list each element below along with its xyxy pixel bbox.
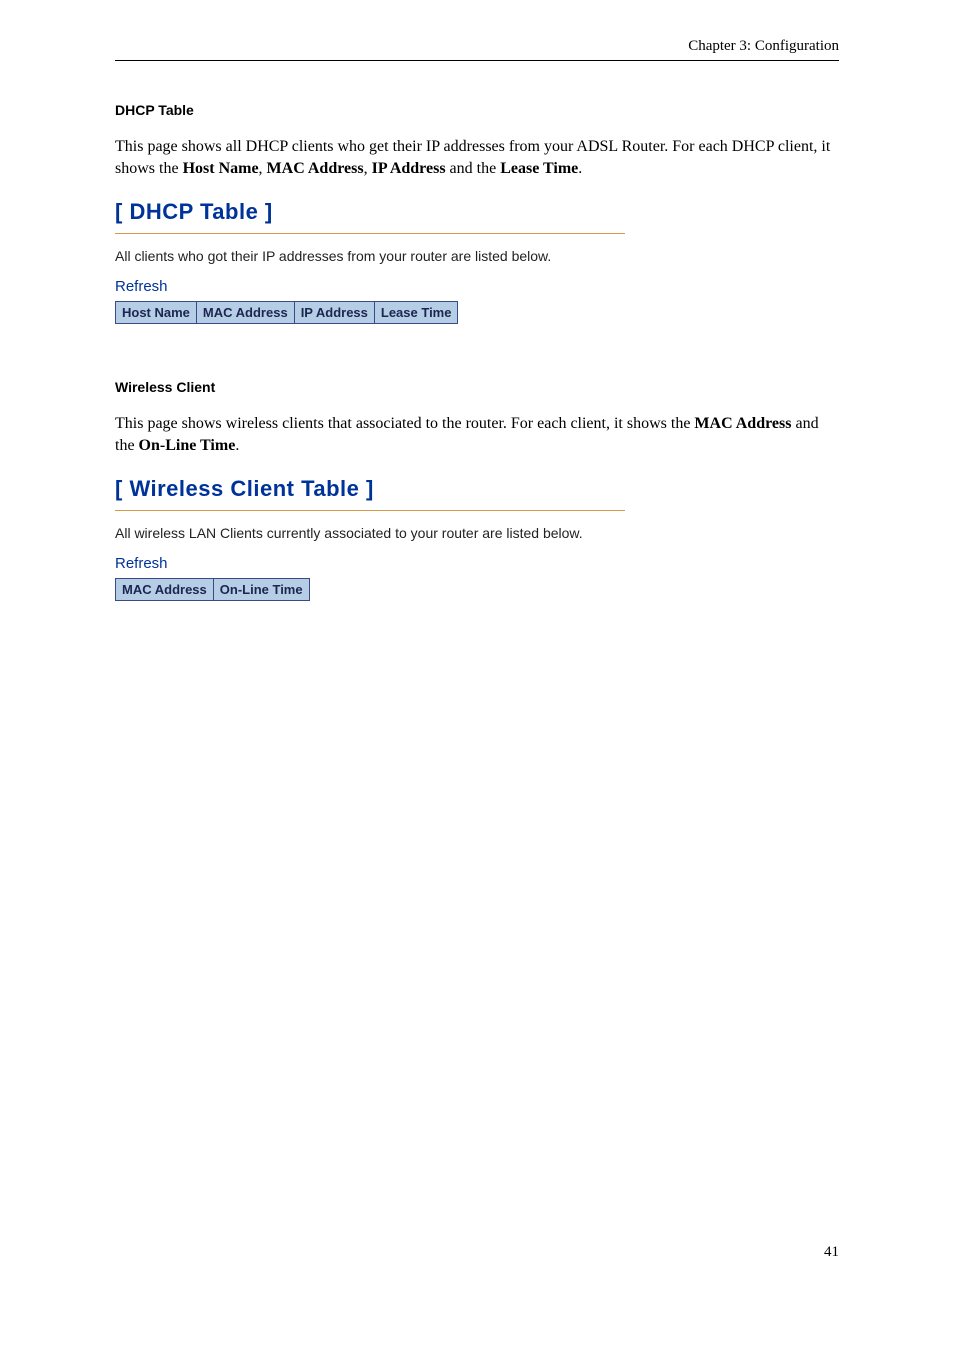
page-number: 41 xyxy=(824,1244,839,1261)
text: , xyxy=(364,160,372,177)
bold-mac-address: MAC Address xyxy=(694,415,791,432)
col-host-name: Host Name xyxy=(116,302,197,324)
table-header-row: Host Name MAC Address IP Address Lease T… xyxy=(116,302,458,324)
col-mac-address: MAC Address xyxy=(196,302,294,324)
table-header-row: MAC Address On-Line Time xyxy=(116,579,310,601)
spacer xyxy=(115,324,839,379)
text: . xyxy=(578,160,582,177)
router-title-wireless: [ Wireless Client Table ] xyxy=(115,476,839,502)
refresh-link[interactable]: Refresh xyxy=(115,555,168,572)
divider-orange xyxy=(115,510,625,511)
text: This page shows wireless clients that as… xyxy=(115,415,694,432)
dhcp-table-heading: DHCP Table xyxy=(115,102,839,118)
wireless-table: MAC Address On-Line Time xyxy=(115,578,310,601)
router-desc-wireless: All wireless LAN Clients currently assoc… xyxy=(115,525,839,541)
bold-mac-address: MAC Address xyxy=(267,160,364,177)
col-online-time: On-Line Time xyxy=(213,579,309,601)
col-lease-time: Lease Time xyxy=(374,302,458,324)
bold-lease-time: Lease Time xyxy=(500,160,578,177)
refresh-link[interactable]: Refresh xyxy=(115,278,168,295)
wireless-client-paragraph: This page shows wireless clients that as… xyxy=(115,413,839,456)
header-rule xyxy=(115,60,839,61)
col-ip-address: IP Address xyxy=(294,302,374,324)
wireless-client-heading: Wireless Client xyxy=(115,379,839,395)
text: and the xyxy=(446,160,501,177)
dhcp-table: Host Name MAC Address IP Address Lease T… xyxy=(115,301,458,324)
col-mac-address: MAC Address xyxy=(116,579,214,601)
dhcp-table-paragraph: This page shows all DHCP clients who get… xyxy=(115,136,839,179)
bold-host-name: Host Name xyxy=(183,160,259,177)
router-title-dhcp: [ DHCP Table ] xyxy=(115,199,839,225)
divider-orange xyxy=(115,233,625,234)
dhcp-table-screenshot: [ DHCP Table ] All clients who got their… xyxy=(115,199,839,324)
text: . xyxy=(235,437,239,454)
content: DHCP Table This page shows all DHCP clie… xyxy=(115,102,839,601)
text: , xyxy=(259,160,267,177)
wireless-client-screenshot: [ Wireless Client Table ] All wireless L… xyxy=(115,476,839,601)
page: Chapter 3: Configuration DHCP Table This… xyxy=(0,0,954,1351)
bold-ip-address: IP Address xyxy=(372,160,446,177)
router-desc-dhcp: All clients who got their IP addresses f… xyxy=(115,248,839,264)
header-chapter: Chapter 3: Configuration xyxy=(688,38,839,55)
bold-online-time: On-Line Time xyxy=(139,437,236,454)
